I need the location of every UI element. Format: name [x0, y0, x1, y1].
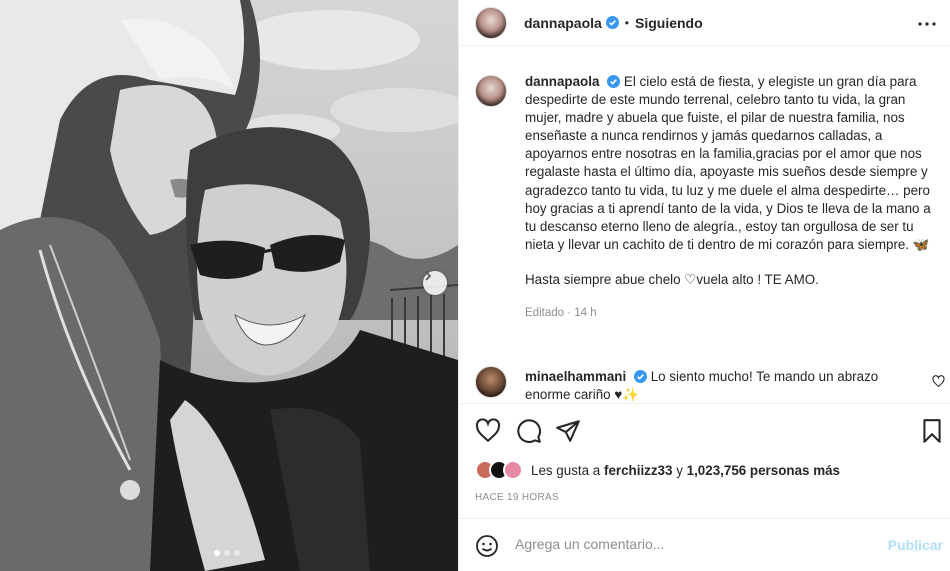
caption-closing: Hasta siempre abue chelo ♡vuela alto ! T…	[525, 271, 945, 289]
comment-body: minaelhammani Lo siento mucho! Te mando …	[525, 368, 905, 402]
likes-text: Les gusta a ferchiizz33 y 1,023,756 pers…	[531, 463, 840, 478]
caption-time[interactable]: 14 h	[574, 307, 596, 319]
more-options-icon[interactable]	[917, 14, 937, 34]
bookmark-icon[interactable]	[919, 418, 945, 444]
caption-avatar[interactable]	[475, 75, 507, 107]
likes-summary: Les gusta a ferchiizz33 y 1,023,756 pers…	[475, 460, 840, 480]
edited-label: Editado	[525, 307, 565, 320]
author-avatar[interactable]	[475, 6, 507, 39]
caption-body: dannapaola El cielo está de fiesta, y el…	[525, 73, 945, 322]
comment-input[interactable]	[515, 536, 815, 552]
publish-button[interactable]: Publicar	[888, 537, 943, 553]
heart-outline-icon: ♡	[684, 271, 697, 287]
post-timestamp[interactable]: HACE 19 HORAS	[475, 492, 559, 503]
post-header: dannapaola • Siguiendo	[459, 0, 950, 46]
post-sidebar: dannapaola • Siguiendo dannapaola El cie…	[458, 0, 950, 571]
verified-badge-icon	[605, 16, 619, 29]
paper-plane-icon[interactable]	[555, 418, 581, 444]
carousel-dot	[234, 550, 240, 556]
comments-section[interactable]: dannapaola El cielo está de fiesta, y el…	[459, 55, 950, 402]
comment-like-heart-icon[interactable]	[932, 375, 945, 393]
caption-username[interactable]: dannapaola	[525, 74, 599, 89]
photo-illustration	[0, 0, 458, 571]
carousel-dot-active	[214, 550, 220, 556]
post-photo[interactable]	[0, 0, 458, 571]
caption-text: El cielo está de fiesta, y elegiste un g…	[525, 74, 931, 252]
add-comment-bar: Publicar	[459, 518, 950, 571]
likes-and: y	[676, 462, 683, 478]
meta-separator: ·	[567, 307, 572, 320]
liker-username[interactable]: ferchiizz33	[604, 463, 672, 478]
heart-outline-icon[interactable]	[475, 418, 501, 444]
smiley-icon[interactable]	[475, 534, 499, 563]
caption-meta: Editado · 14 h	[525, 304, 945, 322]
carousel-next-button[interactable]	[423, 271, 447, 295]
header-separator: •	[624, 15, 629, 30]
comment-bubble-icon[interactable]	[516, 418, 542, 444]
carousel-dot	[224, 550, 230, 556]
author-username[interactable]: dannapaola	[524, 15, 602, 31]
verified-badge-icon	[607, 75, 621, 88]
follow-status-button[interactable]: Siguiendo	[635, 15, 703, 31]
caption-closing-end: vuela alto ! TE AMO.	[696, 271, 819, 287]
carousel-indicator	[214, 550, 240, 556]
caption-closing-start: Hasta siempre abue chelo	[525, 271, 685, 287]
commenter-username[interactable]: minaelhammani	[525, 369, 626, 384]
verified-badge-icon	[633, 370, 647, 383]
likes-prefix: Les gusta a	[531, 462, 601, 478]
likes-count[interactable]: 1,023,756 personas más	[687, 463, 840, 478]
post-actions: Les gusta a ferchiizz33 y 1,023,756 pers…	[459, 403, 950, 518]
commenter-avatar[interactable]	[475, 366, 507, 398]
liker-avatar[interactable]	[503, 460, 523, 480]
